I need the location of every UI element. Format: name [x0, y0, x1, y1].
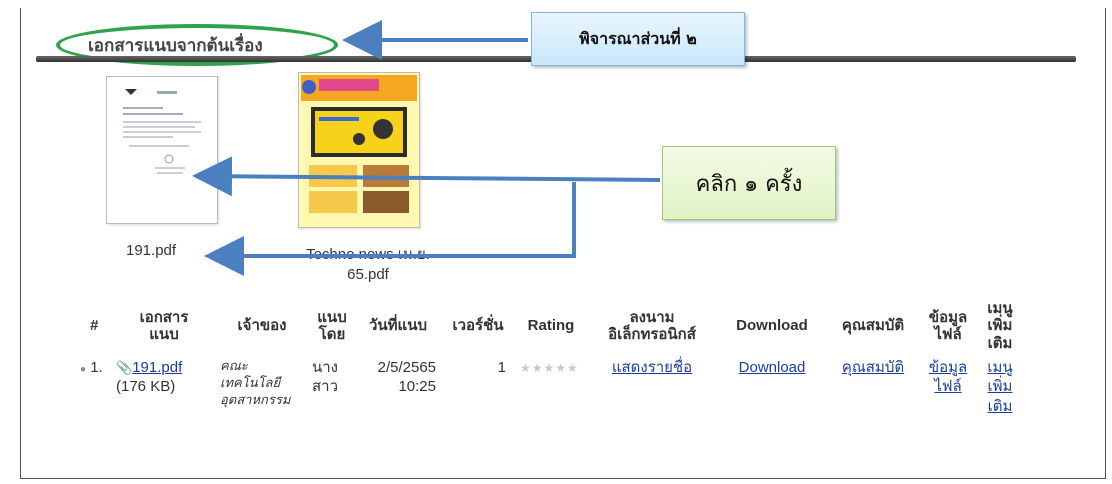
cell-index: ● 1. [76, 352, 112, 417]
header-date: วันที่แนบ [368, 317, 427, 335]
bullet-icon: ● [80, 363, 87, 375]
thumbnail-label-line1: Techno news เม.ย. [306, 246, 430, 263]
header-more-menu-line3: เติม [987, 334, 1013, 352]
thumbnail-label-techno[interactable]: Techno news เม.ย. 65.pdf [270, 242, 466, 283]
owner-line1: คณะ [220, 357, 248, 373]
cell-attachment: 📎191.pdf (176 KB) [112, 352, 216, 417]
header-number: # [89, 317, 99, 335]
header-version: เวอร์ชั่น [452, 317, 504, 335]
header-owner: เจ้าของ [237, 317, 287, 335]
signature-list-link[interactable]: แสดงรายชื่อ [612, 359, 692, 376]
thumbnail-techno-news[interactable] [298, 72, 420, 228]
table-header-row: # เอกสาร แนบ เจ้าของ แนบ โดย วันที่แนบ เ… [76, 300, 1024, 352]
attach-time: 10:25 [398, 378, 436, 396]
callout-click-once: คลิก ๑ ครั้ง [662, 146, 836, 220]
more-menu-link-line1[interactable]: เมนู [980, 358, 1020, 378]
cell-more-menu: เมนู เพิ่ม เติม [976, 352, 1024, 417]
attach-date: 2/5/2565 [377, 358, 436, 376]
header-file-info-line1: ข้อมูล [928, 308, 968, 326]
cell-version: 1 [497, 358, 506, 376]
cell-date: 2/5/2565 10:25 [356, 352, 440, 417]
header-properties: คุณสมบัติ [841, 317, 905, 335]
cell-file-info: ข้อมูล ไฟล์ [920, 352, 976, 417]
document-preview-icon [107, 77, 217, 223]
thumbnail-label-191[interactable]: 191.pdf [126, 242, 176, 259]
header-attachment-line2: แนบ [149, 325, 179, 343]
owner-line3: อุตสาหกรรม [220, 391, 291, 407]
owner-line2: เทคโนโลยี [220, 374, 281, 390]
header-signature: ลงนาม อิเล็กทรอนิกส์ [586, 300, 718, 352]
attachments-table: # เอกสาร แนบ เจ้าของ แนบ โดย วันที่แนบ เ… [76, 300, 1024, 416]
header-file-info-line2: ไฟล์ [934, 325, 962, 343]
header-rating: Rating [527, 317, 575, 335]
rating-stars[interactable]: ★★★★★ [520, 361, 579, 375]
file-info-link-line1[interactable]: ข้อมูล [924, 358, 972, 378]
attachment-size: (176 KB) [116, 378, 176, 396]
cell-download: Download [718, 352, 826, 417]
attached-by-line2: สาว [312, 378, 339, 396]
download-link[interactable]: Download [739, 359, 806, 376]
cell-rating: ★★★★★ [516, 352, 586, 417]
more-menu-link-line3[interactable]: เติม [980, 397, 1020, 417]
callout-part-2: พิจารณาส่วนที่ ๒ [531, 12, 745, 66]
header-attached-by: แนบ โดย [308, 300, 356, 352]
header-download: Download [736, 317, 808, 335]
cell-signature: แสดงรายชื่อ [586, 352, 718, 417]
header-file-info: ข้อมูล ไฟล์ [920, 300, 976, 352]
cell-properties: คุณสมบัติ [826, 352, 920, 417]
newsletter-preview-icon [299, 73, 419, 227]
attached-by-line1: นาง [312, 358, 339, 376]
header-signature-line1: ลงนาม [629, 308, 675, 326]
attachment-link[interactable]: 191.pdf [132, 359, 182, 376]
file-info-link-line2[interactable]: ไฟล์ [924, 377, 972, 397]
row-index: 1. [90, 358, 103, 376]
cell-attached-by: นาง สาว [308, 352, 356, 417]
header-more-menu-line1: เมนู [987, 300, 1013, 317]
header-signature-line2: อิเล็กทรอนิกส์ [608, 325, 696, 343]
table-row: ● 1. 📎191.pdf (176 KB) คณะ เทคโนโลยี อุต… [76, 352, 1024, 417]
thumbnail-label-line2: 65.pdf [347, 266, 389, 283]
header-attachment: เอกสาร แนบ [112, 300, 216, 352]
header-more-menu: เมนู เพิ่ม เติม [976, 300, 1024, 352]
thumbnail-191-pdf[interactable] [106, 76, 218, 224]
cell-owner: คณะ เทคโนโลยี อุตสาหกรรม [216, 352, 308, 417]
paperclip-icon: 📎 [116, 359, 133, 375]
header-attached-by-line2: โดย [318, 325, 346, 343]
more-menu-link-line2[interactable]: เพิ่ม [980, 377, 1020, 397]
properties-link[interactable]: คุณสมบัติ [842, 359, 904, 376]
header-attachment-line1: เอกสาร [139, 308, 189, 326]
header-attached-by-line1: แนบ [317, 308, 347, 326]
header-more-menu-line2: เพิ่ม [987, 317, 1013, 335]
